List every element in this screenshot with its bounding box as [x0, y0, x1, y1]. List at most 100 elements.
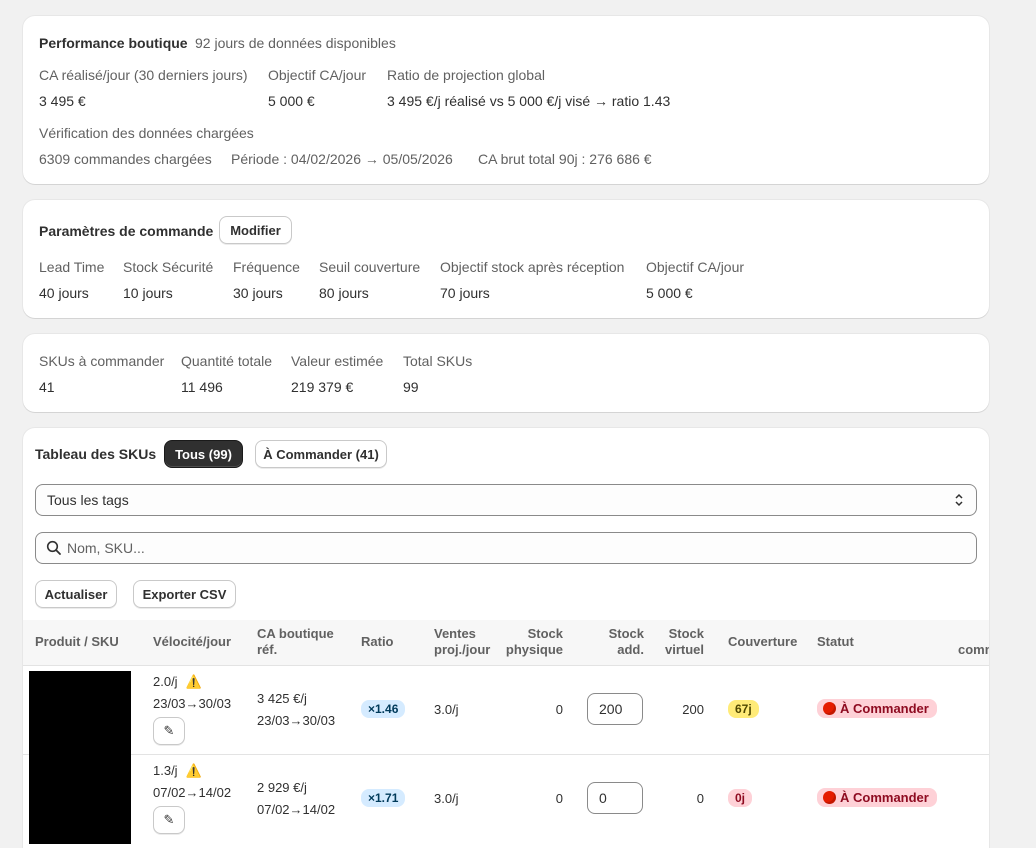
ca-total: CA brut total 90j : 276 686 € [478, 151, 652, 167]
summary-value: 219 379 € [291, 379, 354, 395]
summary-value: 41 [39, 379, 55, 395]
col-add-line2: add. [617, 642, 644, 657]
param-value: 5 000 € [646, 285, 693, 301]
col-ratio[interactable]: Ratio [361, 634, 394, 650]
stock-physical: 0 [555, 791, 563, 806]
param-label: Seuil couverture [319, 259, 421, 275]
performance-title: Performance boutique [39, 35, 188, 51]
warning-icon: ⚠️ [185, 674, 202, 689]
table-row: 1.3/j ⚠️ 07/02→14/02 ✎ 2 929 €/j 07/02→14… [23, 754, 989, 844]
summary-card: SKUs à commander 41 Quantité totale 11 4… [23, 334, 989, 412]
search-icon [46, 540, 62, 559]
orders-loaded: 6309 commandes chargées [39, 151, 212, 167]
edit-params-button[interactable]: Modifier [219, 216, 292, 244]
summary-value: 99 [403, 379, 419, 395]
col-add-line1[interactable]: Stock [609, 626, 644, 642]
sales-projection: 3.0/j [434, 791, 459, 806]
red-circle-icon [823, 702, 836, 715]
objective-label: Objectif CA/jour [268, 67, 367, 83]
status-label: À Commander [840, 701, 929, 716]
ca-value-cell: 2 929 €/j [257, 780, 307, 795]
order-params-card: Paramètres de commande Modifier Lead Tim… [23, 200, 989, 318]
summary-label: Total SKUs [403, 353, 473, 369]
product-image [29, 671, 131, 755]
verification-label: Vérification des données chargées [39, 125, 254, 141]
col-virt-line2: virtuel [664, 642, 704, 657]
tab-to-order[interactable]: À Commander (41) [255, 440, 387, 468]
col-sales-line1[interactable]: Ventes [434, 626, 476, 642]
ca-value: 3 495 € [39, 93, 86, 109]
edit-velocity-button[interactable]: ✎ [153, 806, 185, 834]
tab-all[interactable]: Tous (99) [164, 440, 243, 468]
col-virt-line1[interactable]: Stock [669, 626, 704, 642]
param-value: 80 jours [319, 285, 369, 301]
col-ca-line2: réf. [257, 642, 278, 657]
col-coverage[interactable]: Couverture [728, 634, 797, 650]
coverage-badge: 0j [728, 789, 753, 807]
days-info: 92 jours de données disponibles [195, 35, 396, 51]
col-phys-line2: physique [505, 642, 563, 657]
search-input[interactable]: Nom, SKU... [67, 540, 145, 556]
status-badge: À Commander [817, 788, 937, 807]
velocity-cell: 1.3/j ⚠️ [153, 763, 202, 779]
param-value: 70 jours [440, 285, 490, 301]
ratio-label: Ratio de projection global [387, 67, 545, 83]
pencil-icon: ✎ [163, 723, 175, 738]
period-info: Période : 04/02/2026 → 05/05/2026 [231, 151, 453, 167]
velocity-value: 2.0/j [153, 674, 178, 689]
objective-value: 5 000 € [268, 93, 315, 109]
warning-icon: ⚠️ [185, 763, 202, 778]
stock-add-input[interactable]: 0 [587, 782, 643, 814]
param-value: 40 jours [39, 285, 89, 301]
params-title: Paramètres de commande [39, 223, 214, 239]
coverage-badge: 67j [728, 700, 759, 718]
param-value: 10 jours [123, 285, 173, 301]
ca-label: CA réalisé/jour (30 derniers jours) [39, 67, 248, 83]
stock-virtual: 200 [682, 702, 704, 717]
search-field[interactable]: Nom, SKU... [35, 532, 977, 564]
col-sales-line2: proj./jour [434, 642, 491, 657]
product-image [29, 754, 131, 844]
stock-physical: 0 [555, 702, 563, 717]
stock-virtual: 0 [696, 791, 704, 806]
pencil-icon: ✎ [163, 812, 175, 827]
velocity-value: 1.3/j [153, 763, 178, 778]
col-phys-line1[interactable]: Stock [528, 626, 563, 642]
status-label: À Commander [840, 790, 929, 805]
param-value: 30 jours [233, 285, 283, 301]
edit-velocity-button[interactable]: ✎ [153, 717, 185, 745]
table-row: 2.0/j ⚠️ 23/03→30/03 ✎ 3 425 €/j 23/03→30… [23, 665, 989, 755]
ca-period: 07/02→14/02 [257, 802, 336, 817]
sales-projection: 3.0/j [434, 702, 459, 717]
summary-value: 11 496 [181, 379, 223, 395]
param-label: Lead Time [39, 259, 105, 275]
sku-table-card: Tableau des SKUs Tous (99) À Commander (… [23, 428, 989, 848]
velocity-period: 23/03→30/03 [153, 696, 232, 711]
col-status[interactable]: Statut [817, 634, 854, 650]
tag-select-value: Tous les tags [47, 492, 129, 508]
table-header: Produit / SKU Vélocité/jour CA boutique … [23, 620, 989, 666]
stock-add-input[interactable]: 200 [587, 693, 643, 725]
col-velocity[interactable]: Vélocité/jour [153, 634, 231, 650]
ca-period: 23/03→30/03 [257, 713, 336, 728]
chevron-up-down-icon [954, 491, 964, 512]
ratio-badge: ×1.71 [361, 789, 406, 807]
performance-card: Performance boutique 92 jours de données… [23, 16, 989, 184]
velocity-period: 07/02→14/02 [153, 785, 232, 800]
summary-label: SKUs à commander [39, 353, 165, 369]
summary-label: Valeur estimée [291, 353, 384, 369]
summary-label: Quantité totale [181, 353, 273, 369]
status-badge: À Commander [817, 699, 937, 718]
tag-select[interactable]: Tous les tags [35, 484, 977, 516]
col-product[interactable]: Produit / SKU [35, 634, 119, 650]
ca-value-cell: 3 425 €/j [257, 691, 307, 706]
ratio-value: 3 495 €/j réalisé vs 5 000 €/j visé → ra… [387, 93, 671, 109]
refresh-button[interactable]: Actualiser [35, 580, 117, 608]
param-label: Fréquence [233, 259, 300, 275]
sku-table-title: Tableau des SKUs [35, 446, 157, 462]
col-extra[interactable]: comm [958, 642, 989, 658]
red-circle-icon [823, 791, 836, 804]
export-csv-button[interactable]: Exporter CSV [133, 580, 236, 608]
col-ca-line1[interactable]: CA boutique [257, 626, 334, 642]
param-label: Stock Sécurité [123, 259, 214, 275]
